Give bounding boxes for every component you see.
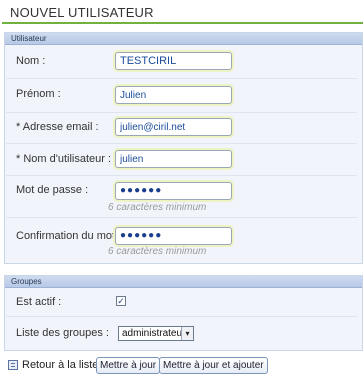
username-label: * Nom d'utilisateur : <box>16 153 112 165</box>
row-divider <box>6 143 357 144</box>
nom-label: Nom : <box>16 55 46 67</box>
confirm-password-field[interactable]: ●●●●●● <box>115 227 232 245</box>
prenom-field[interactable] <box>115 86 232 104</box>
password-hint: 6 caractères minimum <box>108 202 207 213</box>
email-field[interactable] <box>115 118 232 136</box>
groups-select[interactable]: administrateur ▾ <box>118 326 194 341</box>
row-divider <box>6 175 357 176</box>
update-and-add-button[interactable]: Mettre à jour et ajouter <box>159 357 268 374</box>
row-divider <box>6 78 357 79</box>
update-button[interactable]: Mettre à jour <box>96 357 161 374</box>
username-field[interactable] <box>115 150 232 168</box>
row-divider <box>6 217 357 218</box>
nom-field[interactable] <box>115 52 232 70</box>
groups-select-value: administrateur <box>122 328 186 339</box>
email-label: * Adresse email : <box>16 121 99 133</box>
confirm-label: Confirmation du mot <box>16 230 116 242</box>
back-to-list-label: Retour à la liste <box>22 359 99 371</box>
password-label: Mot de passe : <box>16 184 89 196</box>
row-divider <box>6 316 357 317</box>
password-field[interactable]: ●●●●●● <box>115 182 232 200</box>
back-to-list-link[interactable]: Retour à la liste <box>8 359 98 371</box>
active-checkbox[interactable]: ✓ <box>116 296 126 306</box>
title-divider <box>2 22 363 24</box>
list-icon <box>8 360 18 370</box>
groups-label: Liste des groupes : <box>16 327 109 339</box>
page-title: NOUVEL UTILISATEUR <box>10 5 154 20</box>
chevron-down-icon[interactable]: ▾ <box>181 327 193 340</box>
active-label: Est actif : <box>16 296 62 308</box>
row-divider <box>6 112 357 113</box>
prenom-label: Prénom : <box>16 88 61 100</box>
user-panel-header: Utilisateur <box>5 33 362 45</box>
confirm-hint: 6 caractères minimum <box>108 246 207 257</box>
groups-panel-header: Groupes <box>5 276 362 288</box>
